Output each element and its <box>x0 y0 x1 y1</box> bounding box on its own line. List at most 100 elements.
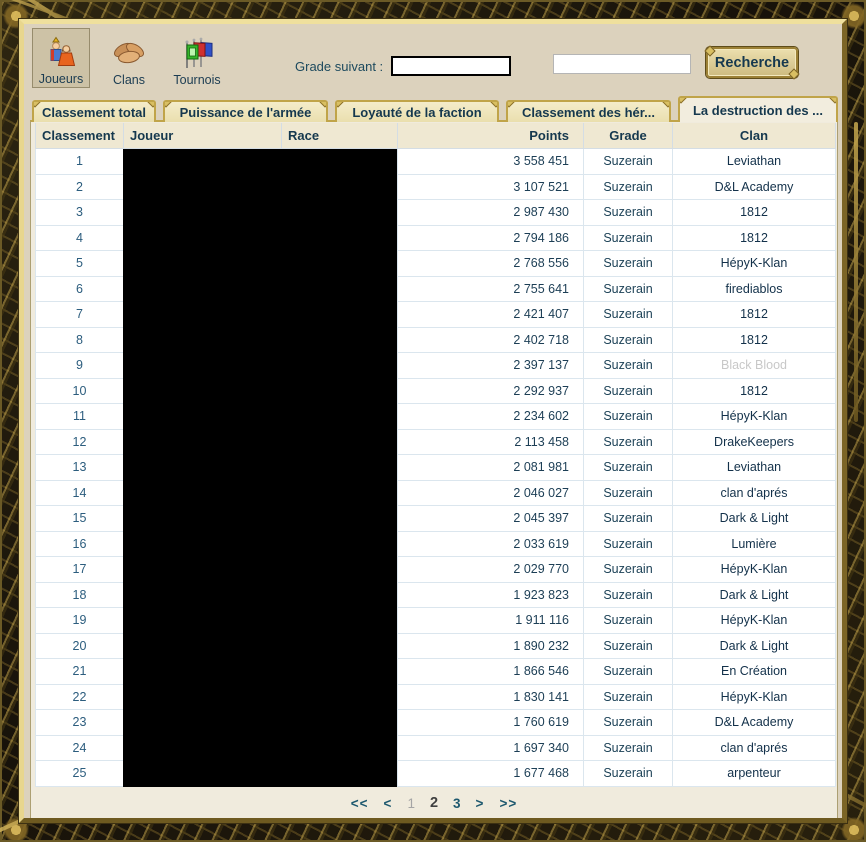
clan-cell: 1812 <box>673 225 836 251</box>
points-cell: 2 397 137 <box>398 353 584 379</box>
rank-cell: 15 <box>36 506 124 532</box>
points-cell: 2 987 430 <box>398 200 584 226</box>
rank-cell: 11 <box>36 404 124 430</box>
grade-cell: Suzerain <box>584 378 673 404</box>
points-cell: 1 697 340 <box>398 735 584 761</box>
grade-cell: Suzerain <box>584 608 673 634</box>
pagination-item[interactable]: << <box>351 796 369 811</box>
grade-cell: Suzerain <box>584 633 673 659</box>
rank-cell: 6 <box>36 276 124 302</box>
rank-cell: 17 <box>36 557 124 583</box>
frame-vine-ornament <box>854 122 858 422</box>
game-window: Joueurs Clans <box>0 0 866 842</box>
grade-cell: Suzerain <box>584 455 673 481</box>
clan-cell: Lumière <box>673 531 836 557</box>
tournament-flags-icon <box>179 37 215 73</box>
pagination-item[interactable]: 2 <box>430 795 438 811</box>
grade-cell: Suzerain <box>584 429 673 455</box>
clan-hands-icon <box>111 37 147 73</box>
points-cell: 2 029 770 <box>398 557 584 583</box>
clan-cell: 1812 <box>673 378 836 404</box>
ranking-tab[interactable]: Classement des hér... <box>506 100 671 122</box>
clan-cell: Dark & Light <box>673 506 836 532</box>
column-header-clan[interactable]: Clan <box>673 123 836 149</box>
censored-region <box>123 149 397 787</box>
column-header-grade[interactable]: Grade <box>584 123 673 149</box>
pagination-item[interactable]: > <box>476 796 485 811</box>
clan-cell: Leviathan <box>673 149 836 175</box>
points-cell: 2 402 718 <box>398 327 584 353</box>
rank-cell: 10 <box>36 378 124 404</box>
clan-cell: En Création <box>673 659 836 685</box>
rank-cell: 25 <box>36 761 124 787</box>
clan-cell: HépyK-Klan <box>673 684 836 710</box>
pagination-item[interactable]: >> <box>499 796 517 811</box>
clan-cell: firediablos <box>673 276 836 302</box>
rank-cell: 7 <box>36 302 124 328</box>
grade-cell: Suzerain <box>584 200 673 226</box>
clan-cell: HépyK-Klan <box>673 251 836 277</box>
rank-cell: 22 <box>36 684 124 710</box>
grade-cell: Suzerain <box>584 404 673 430</box>
clan-cell: 1812 <box>673 200 836 226</box>
ranking-tab[interactable]: Puissance de l'armée <box>163 100 328 122</box>
ranking-tab[interactable]: Loyauté de la faction <box>335 100 499 122</box>
points-cell: 2 113 458 <box>398 429 584 455</box>
points-cell: 1 911 116 <box>398 608 584 634</box>
ranking-tab[interactable]: La destruction des ... <box>678 96 838 122</box>
grade-suivant-label: Grade suivant : <box>295 59 383 74</box>
column-header-points[interactable]: Points <box>398 123 584 149</box>
grade-cell: Suzerain <box>584 557 673 583</box>
recherche-button[interactable]: Recherche <box>706 47 798 78</box>
rank-cell: 4 <box>36 225 124 251</box>
tab-label: Puissance de l'armée <box>180 105 312 120</box>
toolbar-button-label: Clans <box>113 73 145 87</box>
rank-cell: 16 <box>36 531 124 557</box>
clan-cell: Leviathan <box>673 455 836 481</box>
toolbar: Joueurs Clans <box>32 28 226 88</box>
points-cell: 1 677 468 <box>398 761 584 787</box>
column-header-classement[interactable]: Classement <box>36 123 124 149</box>
rank-cell: 13 <box>36 455 124 481</box>
points-cell: 3 558 451 <box>398 149 584 175</box>
search-input[interactable] <box>553 54 691 74</box>
ranking-tab[interactable]: Classement total <box>32 100 156 122</box>
points-cell: 1 830 141 <box>398 684 584 710</box>
rank-cell: 20 <box>36 633 124 659</box>
pagination-item[interactable]: 3 <box>453 796 461 811</box>
points-cell: 2 234 602 <box>398 404 584 430</box>
grade-cell: Suzerain <box>584 480 673 506</box>
toolbar-button-tournois[interactable]: Tournois <box>168 28 226 88</box>
clan-cell: D&L Academy <box>673 710 836 736</box>
rank-cell: 2 <box>36 174 124 200</box>
toolbar-button-clans[interactable]: Clans <box>100 28 158 88</box>
column-header-joueur[interactable]: Joueur <box>124 123 282 149</box>
clan-cell: Dark & Light <box>673 582 836 608</box>
clan-cell: HépyK-Klan <box>673 608 836 634</box>
rank-cell: 23 <box>36 710 124 736</box>
rank-cell: 3 <box>36 200 124 226</box>
rank-cell: 14 <box>36 480 124 506</box>
clan-cell: 1812 <box>673 327 836 353</box>
rank-cell: 21 <box>36 659 124 685</box>
column-header-race[interactable]: Race <box>282 123 398 149</box>
points-cell: 2 421 407 <box>398 302 584 328</box>
tab-label: Loyauté de la faction <box>352 105 481 120</box>
content-area: Joueurs Clans <box>24 24 842 818</box>
grade-cell: Suzerain <box>584 251 673 277</box>
grade-cell: Suzerain <box>584 659 673 685</box>
pagination-item[interactable]: 1 <box>407 796 415 811</box>
points-cell: 2 081 981 <box>398 455 584 481</box>
clan-cell: DrakeKeepers <box>673 429 836 455</box>
clan-cell: HépyK-Klan <box>673 404 836 430</box>
toolbar-button-joueurs[interactable]: Joueurs <box>32 28 90 88</box>
grade-cell: Suzerain <box>584 684 673 710</box>
points-cell: 2 046 027 <box>398 480 584 506</box>
clan-cell: Black Blood <box>673 353 836 379</box>
points-cell: 2 755 641 <box>398 276 584 302</box>
grade-suivant-input[interactable] <box>391 56 511 76</box>
pagination-item[interactable]: < <box>384 796 393 811</box>
grade-cell: Suzerain <box>584 276 673 302</box>
tab-label: Classement total <box>42 105 146 120</box>
grade-cell: Suzerain <box>584 506 673 532</box>
